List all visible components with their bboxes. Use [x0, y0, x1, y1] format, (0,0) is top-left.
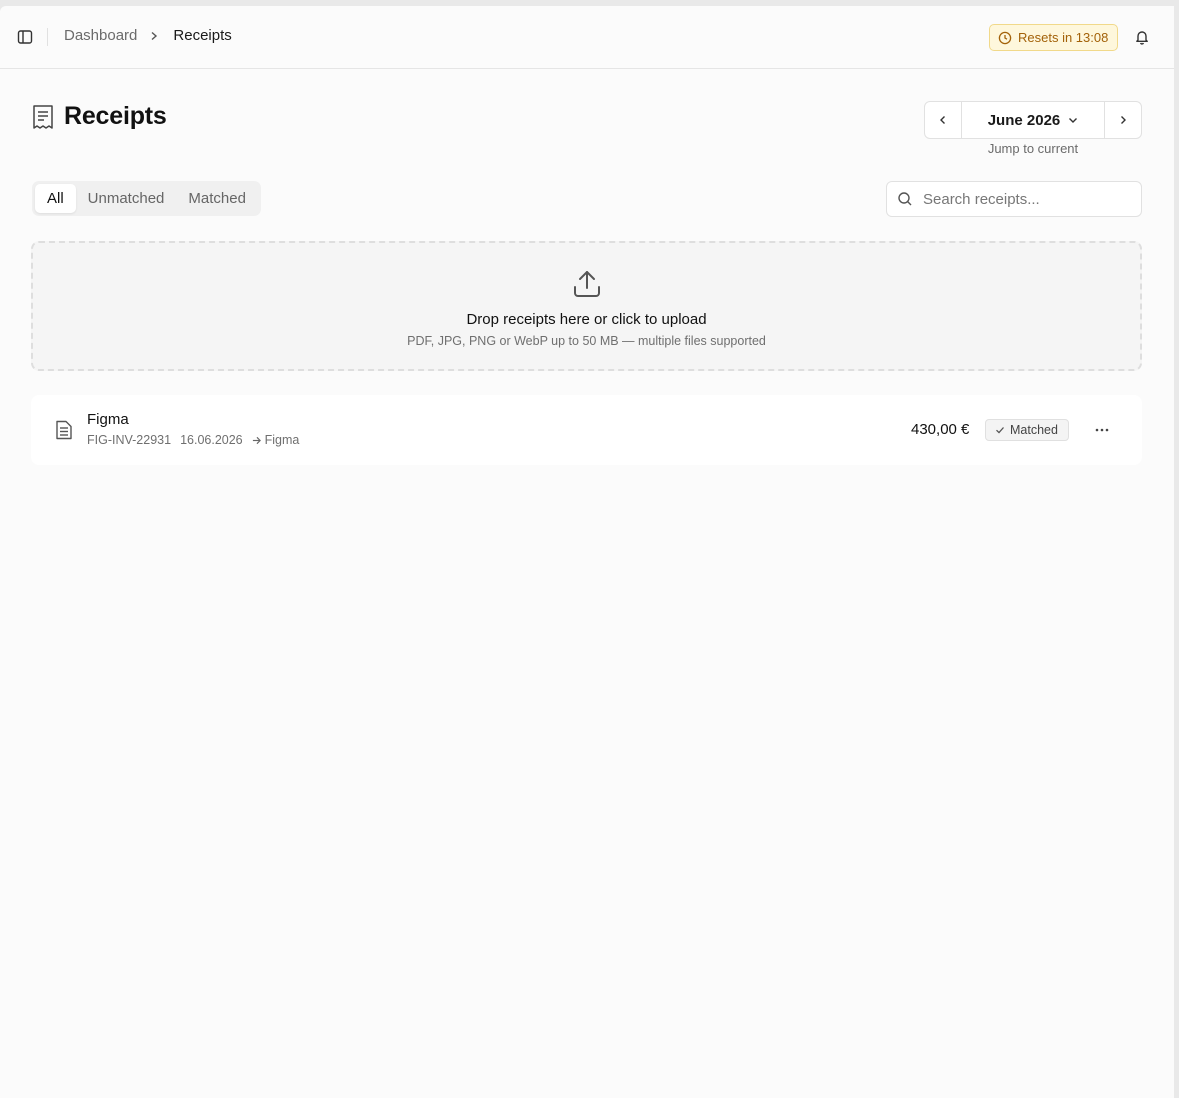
receipt-vendor: Figma	[87, 411, 129, 428]
top-bar: Dashboard Receipts Resets in 13:08	[0, 6, 1174, 69]
breadcrumb-current: Receipts	[173, 27, 232, 44]
search-icon	[897, 191, 913, 207]
search-input[interactable]	[923, 190, 1123, 208]
chevron-left-icon	[940, 116, 945, 124]
clock-icon	[998, 31, 1012, 45]
tab-all[interactable]: All	[35, 184, 76, 213]
dropzone-subtitle: PDF, JPG, PNG or WebP up to 50 MB — mult…	[407, 334, 766, 348]
status-label: Matched	[1010, 423, 1058, 437]
upload-dropzone[interactable]: Drop receipts here or click to upload PD…	[31, 241, 1142, 371]
filter-tabs: All Unmatched Matched	[32, 181, 261, 216]
reset-timer-badge: Resets in 13:08	[989, 24, 1119, 51]
receipt-amount: 430,00 €	[911, 421, 970, 438]
jump-to-current-link[interactable]: Jump to current	[924, 141, 1142, 156]
page-title: Receipts	[64, 102, 167, 130]
reset-timer-text: Resets in 13:08	[1018, 30, 1109, 45]
bell-icon[interactable]	[1133, 28, 1151, 46]
file-text-icon	[55, 420, 75, 440]
month-select[interactable]: June 2026	[962, 102, 1104, 138]
receipt-date: 16.06.2026	[180, 433, 243, 447]
month-navigator: June 2026	[924, 101, 1142, 139]
chevron-down-icon	[1069, 118, 1078, 123]
chevron-right-icon	[1121, 116, 1126, 124]
tab-matched[interactable]: Matched	[176, 184, 258, 213]
receipt-meta: FIG-INV-22931 16.06.2026 Figma	[87, 433, 299, 447]
breadcrumb-dashboard-link[interactable]: Dashboard	[64, 27, 137, 44]
receipt-matched-to[interactable]: Figma	[265, 433, 300, 447]
check-icon	[995, 425, 1005, 435]
upload-icon	[572, 269, 602, 299]
previous-month-button[interactable]	[925, 102, 962, 138]
next-month-button[interactable]	[1104, 102, 1141, 138]
app-window: Dashboard Receipts Resets in 13:08 Recei…	[0, 6, 1174, 1098]
table-row[interactable]: Figma FIG-INV-22931 16.06.2026 Figma 430…	[31, 395, 1142, 465]
breadcrumb: Dashboard Receipts	[64, 27, 232, 44]
sidebar-toggle-icon[interactable]	[16, 28, 34, 46]
receipt-invoice-number: FIG-INV-22931	[87, 433, 172, 447]
status-badge: Matched	[985, 419, 1069, 441]
chevron-right-icon	[149, 31, 159, 41]
header-divider	[47, 28, 48, 46]
receipt-icon	[32, 104, 54, 130]
more-options-icon[interactable]	[1091, 420, 1113, 440]
search-box	[886, 181, 1142, 217]
arrow-right-icon	[252, 436, 261, 445]
dropzone-title: Drop receipts here or click to upload	[466, 311, 707, 328]
page-header: Receipts	[32, 102, 167, 131]
month-label: June 2026	[987, 111, 1061, 129]
tab-unmatched[interactable]: Unmatched	[76, 184, 177, 213]
